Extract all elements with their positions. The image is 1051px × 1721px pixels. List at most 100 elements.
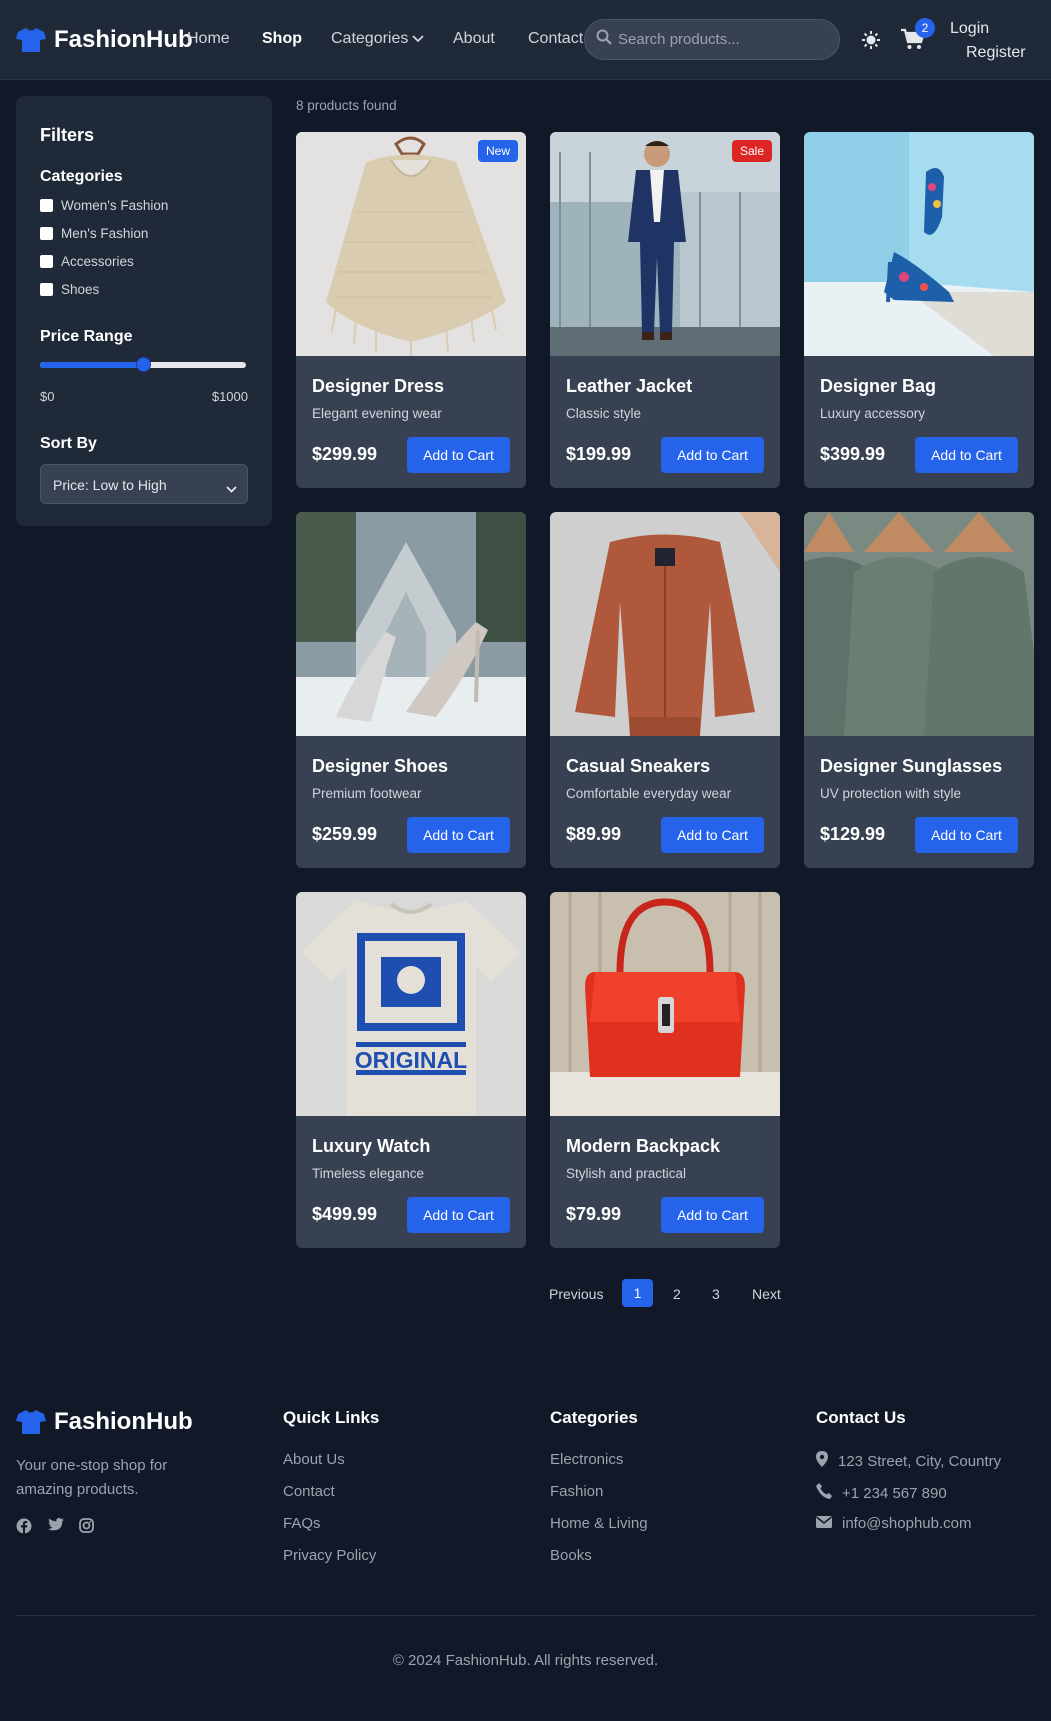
previous-page-button[interactable]: Previous <box>549 1286 603 1302</box>
product-name[interactable]: Designer Bag <box>820 376 936 397</box>
page-3-button[interactable]: 3 <box>712 1286 720 1302</box>
footer-brand-name: FashionHub <box>54 1408 193 1435</box>
category-filter-label: Men's Fashion <box>61 226 149 241</box>
category-filter-womens[interactable]: Women's Fashion <box>40 198 168 213</box>
add-to-cart-button[interactable]: Add to Cart <box>661 817 764 853</box>
page-2-button[interactable]: 2 <box>673 1286 681 1302</box>
product-image-rust-jacket[interactable] <box>550 512 780 736</box>
product-image-graphic-tshirt[interactable]: ORIGINAL <box>296 892 526 1116</box>
page-1-button[interactable]: 1 <box>622 1279 653 1307</box>
product-image-knit-poncho[interactable] <box>296 132 526 356</box>
add-to-cart-button[interactable]: Add to Cart <box>407 817 510 853</box>
product-image-man-in-suit[interactable] <box>550 132 780 356</box>
product-card: Sale Leather Jacket Classic style $199.9… <box>550 132 780 488</box>
product-card: Modern Backpack Stylish and practical $7… <box>550 892 780 1248</box>
product-image-glitter-heels[interactable] <box>296 512 526 736</box>
footer-brand-logo[interactable]: FashionHub <box>16 1408 193 1436</box>
contact-email: info@shophub.com <box>816 1515 971 1532</box>
nav-categories-label: Categories <box>331 30 409 48</box>
product-image-floral-heels[interactable] <box>804 132 1034 356</box>
add-to-cart-button[interactable]: Add to Cart <box>407 437 510 473</box>
tshirt-print-text: ORIGINAL <box>354 1047 468 1073</box>
cart-button[interactable]: 2 <box>901 18 935 55</box>
login-link[interactable]: Login <box>950 20 989 38</box>
product-card: New Designer Dress Elegant evening wear … <box>296 132 526 488</box>
nav-categories[interactable]: Categories <box>331 30 425 48</box>
footer-link-books[interactable]: Books <box>550 1547 592 1564</box>
product-description: UV protection with style <box>820 786 962 801</box>
cart-icon <box>901 28 926 54</box>
category-filter-accessories[interactable]: Accessories <box>40 254 134 269</box>
product-name[interactable]: Modern Backpack <box>566 1136 720 1157</box>
product-name[interactable]: Casual Sneakers <box>566 756 710 777</box>
checkbox[interactable] <box>40 283 53 296</box>
sale-badge: Sale <box>731 140 772 162</box>
add-to-cart-button[interactable]: Add to Cart <box>661 437 764 473</box>
register-link[interactable]: Register <box>966 44 1026 62</box>
product-name[interactable]: Luxury Watch <box>312 1136 430 1157</box>
nav-contact[interactable]: Contact <box>528 30 583 48</box>
footer-link-home-living[interactable]: Home & Living <box>550 1515 648 1532</box>
search-input[interactable] <box>618 31 828 48</box>
product-price: $79.99 <box>566 1204 622 1224</box>
price-range-slider[interactable] <box>40 357 246 372</box>
chevron-down-icon <box>412 30 425 48</box>
footer-link-electronics[interactable]: Electronics <box>550 1451 623 1468</box>
instagram-icon[interactable] <box>79 1518 94 1538</box>
footer-link-faqs[interactable]: FAQs <box>283 1515 321 1532</box>
product-price: $89.99 <box>566 824 622 844</box>
filters-sidebar: Filters Categories Women's Fashion Men's… <box>16 96 272 526</box>
add-to-cart-button[interactable]: Add to Cart <box>915 437 1018 473</box>
categories-title: Categories <box>40 168 123 185</box>
category-filter-mens[interactable]: Men's Fashion <box>40 226 148 241</box>
category-filter-label: Shoes <box>61 282 100 297</box>
checkbox[interactable] <box>40 255 53 268</box>
facebook-icon[interactable] <box>16 1518 32 1539</box>
sort-selected-value: Price: Low to High <box>53 477 167 493</box>
sort-select[interactable]: Price: Low to High <box>40 464 248 504</box>
chevron-down-icon <box>226 480 237 496</box>
product-name[interactable]: Designer Shoes <box>312 756 448 777</box>
product-price: $199.99 <box>566 444 632 464</box>
new-badge: New <box>477 140 518 162</box>
product-image-red-handbag[interactable] <box>550 892 780 1116</box>
add-to-cart-button[interactable]: Add to Cart <box>661 1197 764 1233</box>
nav-shop[interactable]: Shop <box>262 30 302 48</box>
footer-link-privacy-policy[interactable]: Privacy Policy <box>283 1547 376 1564</box>
price-min-label: $0 <box>40 389 55 404</box>
product-name[interactable]: Leather Jacket <box>566 376 692 397</box>
sun-icon[interactable] <box>861 30 881 55</box>
twitter-icon[interactable] <box>48 1518 64 1537</box>
add-to-cart-button[interactable]: Add to Cart <box>407 1197 510 1233</box>
product-price: $129.99 <box>820 824 886 844</box>
next-page-button[interactable]: Next <box>752 1286 781 1302</box>
nav-about[interactable]: About <box>453 30 495 48</box>
product-description: Classic style <box>566 406 642 421</box>
checkbox[interactable] <box>40 227 53 240</box>
category-filter-shoes[interactable]: Shoes <box>40 282 99 297</box>
product-price: $259.99 <box>312 824 378 844</box>
price-range-fill <box>40 362 143 368</box>
product-description: Premium footwear <box>312 786 422 801</box>
footer-link-about-us[interactable]: About Us <box>283 1451 345 1468</box>
brand-name: FashionHub <box>54 26 193 53</box>
product-image-green-shirts[interactable] <box>804 512 1034 736</box>
product-description: Luxury accessory <box>820 406 926 421</box>
footer-tagline: Your one-stop shop for amazing products. <box>16 1457 168 1498</box>
footer-link-fashion[interactable]: Fashion <box>550 1483 603 1500</box>
footer-link-contact[interactable]: Contact <box>283 1483 335 1500</box>
quick-links-title: Quick Links <box>283 1408 380 1427</box>
search-icon <box>596 29 612 50</box>
product-description: Elegant evening wear <box>312 406 442 421</box>
category-filter-label: Accessories <box>61 254 134 269</box>
product-price: $299.99 <box>312 444 378 464</box>
product-name[interactable]: Designer Sunglasses <box>820 756 1002 777</box>
checkbox[interactable] <box>40 199 53 212</box>
price-range-thumb[interactable] <box>136 357 151 372</box>
product-name[interactable]: Designer Dress <box>312 376 444 397</box>
contact-address-text: 123 Street, City, Country <box>838 1452 1002 1470</box>
nav-home[interactable]: Home <box>187 30 230 48</box>
filters-title: Filters <box>40 125 95 145</box>
brand-logo[interactable]: FashionHub <box>16 26 193 54</box>
add-to-cart-button[interactable]: Add to Cart <box>915 817 1018 853</box>
